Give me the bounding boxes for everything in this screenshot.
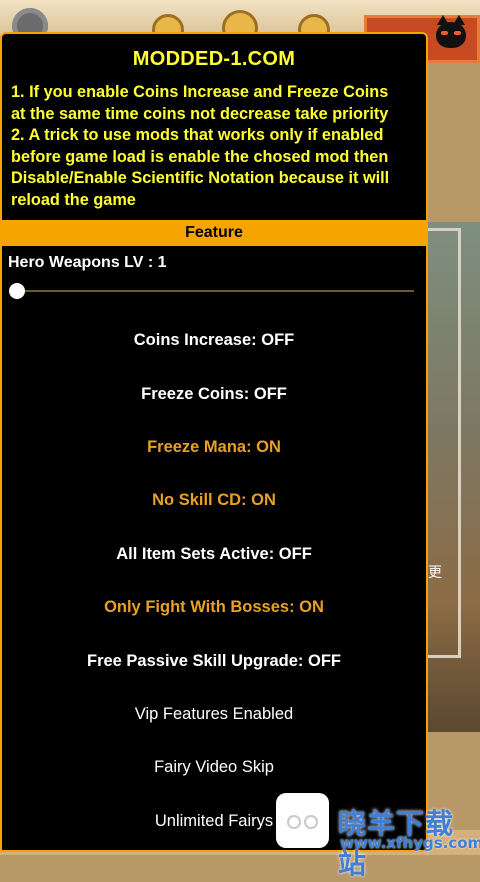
- hero-weapons-level-slider[interactable]: [9, 280, 414, 304]
- slider-track[interactable]: [10, 290, 414, 292]
- option-all-item-sets-active[interactable]: All Item Sets Active: OFF: [2, 528, 426, 581]
- feature-option-list: Coins Increase: OFF Freeze Coins: OFF Fr…: [2, 314, 426, 848]
- watermark-sheep-logo: [276, 793, 329, 848]
- option-no-skill-cd[interactable]: No Skill CD: ON: [2, 474, 426, 527]
- option-only-fight-with-bosses[interactable]: Only Fight With Bosses: ON: [2, 581, 426, 634]
- option-freeze-coins[interactable]: Freeze Coins: OFF: [2, 367, 426, 420]
- feature-section-header: Feature: [2, 220, 426, 246]
- instruction-line: at the same time coins not decrease take…: [11, 104, 389, 123]
- hero-weapons-level-label: Hero Weapons LV : 1: [8, 254, 167, 271]
- game-scene-glyph: 更: [428, 564, 442, 580]
- instruction-line: 1. If you enable Coins Increase and Free…: [11, 83, 389, 101]
- instruction-line: Disable/Enable Scientific Notation becau…: [11, 169, 390, 188]
- option-coins-increase[interactable]: Coins Increase: OFF: [2, 314, 426, 367]
- button-vip-features-enabled[interactable]: Vip Features Enabled: [2, 688, 426, 741]
- button-fairy-video-skip[interactable]: Fairy Video Skip: [2, 741, 426, 794]
- mod-menu-panel: MODDED-1.COM 1. If you enable Coins Incr…: [0, 32, 428, 852]
- slider-thumb[interactable]: [9, 283, 25, 299]
- watermark-url: www.xfhygs.com: [340, 834, 480, 852]
- mod-menu-title[interactable]: MODDED-1.COM: [2, 44, 426, 74]
- instruction-line: 2. A trick to use mods that works only i…: [11, 126, 384, 145]
- option-free-passive-skill-upgrade[interactable]: Free Passive Skill Upgrade: OFF: [2, 634, 426, 687]
- mod-menu-instructions: 1. If you enable Coins Increase and Free…: [2, 74, 426, 212]
- option-freeze-mana[interactable]: Freeze Mana: ON: [2, 421, 426, 474]
- instruction-line: before game load is enable the chosed mo…: [11, 147, 389, 166]
- instruction-line: reload the game: [11, 190, 136, 209]
- game-scene-frame: [428, 228, 461, 658]
- cat-mascot-icon[interactable]: [436, 15, 466, 48]
